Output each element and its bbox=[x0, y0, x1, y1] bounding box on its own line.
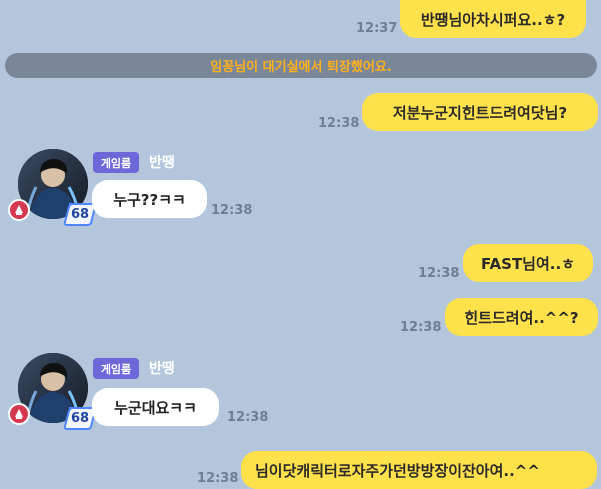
message-time: 12:38 bbox=[318, 116, 360, 131]
sender-name[interactable]: 반땡 bbox=[149, 152, 175, 172]
room-badge: 게임룸 bbox=[93, 358, 139, 379]
message-time: 12:38 bbox=[211, 203, 253, 218]
sender-name[interactable]: 반땡 bbox=[149, 358, 175, 378]
message-time: 12:38 bbox=[418, 266, 460, 281]
award-medal-icon bbox=[8, 403, 30, 425]
award-medal-icon bbox=[8, 199, 30, 221]
message-time: 12:38 bbox=[227, 410, 269, 425]
message-time: 12:37 bbox=[356, 21, 398, 36]
my-message-bubble[interactable]: 님이닷캐릭터로자주가던방방장이잔아여..^^ bbox=[241, 451, 597, 489]
my-message-bubble[interactable]: 반땡님아차시퍼요..ㅎ? bbox=[400, 0, 586, 38]
message-time: 12:38 bbox=[400, 320, 442, 335]
room-badge: 게임룸 bbox=[93, 152, 139, 173]
sender-avatar-group[interactable]: 68 bbox=[8, 353, 97, 437]
my-message-bubble[interactable]: 힌트드려여..^^? bbox=[445, 298, 598, 336]
message-time: 12:38 bbox=[197, 471, 239, 486]
my-message-bubble[interactable]: FAST님여..ㅎ bbox=[463, 244, 593, 282]
their-message-bubble[interactable]: 누군대요ㅋㅋ bbox=[92, 388, 219, 426]
system-notice: 임꽁님이 대기실에서 퇴장했어요. bbox=[5, 53, 597, 78]
chat-area: 12:37 반땡님아차시퍼요..ㅎ? 임꽁님이 대기실에서 퇴장했어요. 12:… bbox=[0, 0, 601, 489]
sender-avatar-group[interactable]: 68 bbox=[8, 149, 97, 233]
my-message-bubble[interactable]: 저분누군지힌트드려여닷님? bbox=[362, 93, 598, 131]
their-message-bubble[interactable]: 누구??ㅋㅋ bbox=[92, 180, 207, 218]
